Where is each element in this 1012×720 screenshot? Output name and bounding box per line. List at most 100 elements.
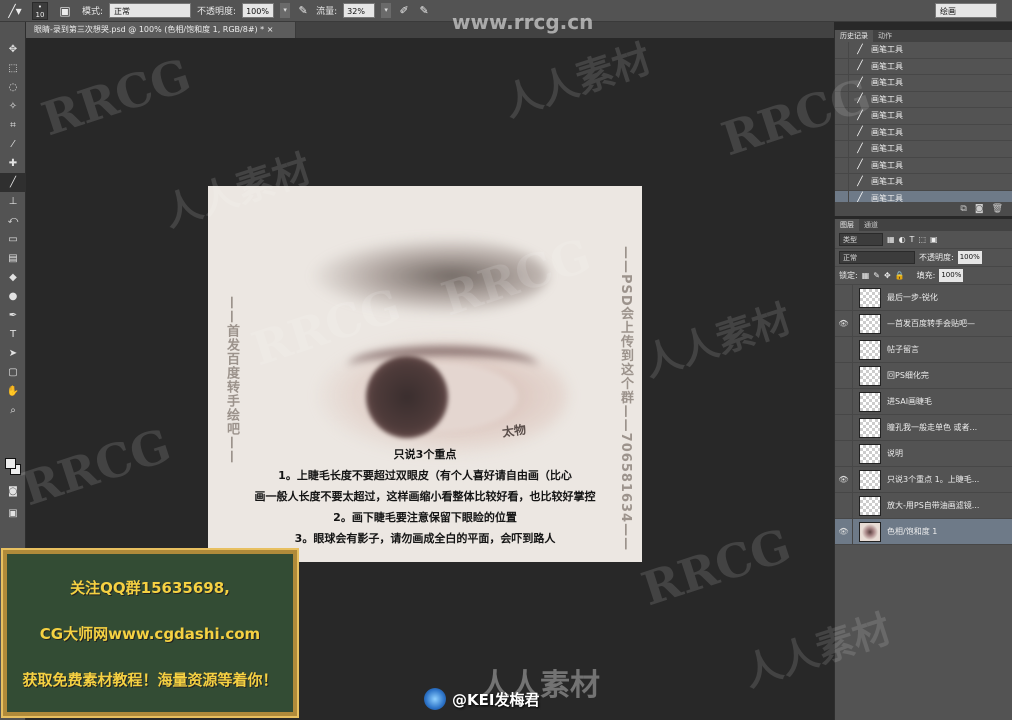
stamp-tool-icon[interactable]: ⊥ <box>0 192 26 211</box>
brush-tool-icon[interactable]: ╱ <box>0 173 26 192</box>
trash-icon[interactable]: 🗑 <box>992 202 1003 216</box>
history-item[interactable]: ╱ 画笔工具 <box>835 107 1012 125</box>
move-tool-icon[interactable]: ✥ <box>0 40 26 59</box>
layer-row[interactable]: 放大-用PS自带油画滤镜... <box>835 493 1012 519</box>
history-item[interactable]: ╱ 画笔工具 <box>835 91 1012 108</box>
flow-dropdown-icon[interactable]: ▾ <box>381 3 392 18</box>
history-brush-icon[interactable]: ⤺ <box>0 211 26 230</box>
path-select-tool-icon[interactable]: ➤ <box>0 344 26 363</box>
layer-list: 最后一步-锐化 👁 —首发百度转手会贴吧— 帖子留言 回PS细化完 进SAI画睫毛 瞳孔我一… <box>835 285 1012 545</box>
flow-input[interactable]: 32% <box>343 3 376 18</box>
layer-visibility-eye-icon[interactable]: 👁 <box>835 311 853 336</box>
crop-tool-icon[interactable]: ⌗ <box>0 116 26 135</box>
tab-channels[interactable]: 通道 <box>859 219 883 231</box>
filter-smart-icon[interactable]: ▣ <box>930 235 938 244</box>
dodge-tool-icon[interactable]: ● <box>0 287 26 306</box>
lock-all-icon[interactable]: 🔒 <box>895 271 905 280</box>
layer-visibility-eye-icon[interactable] <box>835 493 853 518</box>
watermark-brand: RRCG <box>15 417 177 517</box>
layer-row[interactable]: 最后一步-锐化 <box>835 285 1012 311</box>
history-item[interactable]: ╱ 画笔工具 <box>835 58 1012 75</box>
lasso-tool-icon[interactable]: ◌ <box>0 78 26 97</box>
mode-select[interactable]: 正常 <box>109 3 192 18</box>
layer-opacity-input[interactable]: 100% <box>957 251 982 264</box>
layer-visibility-eye-icon[interactable] <box>835 389 853 414</box>
airbrush-icon[interactable]: ✐ <box>397 4 411 18</box>
tab-history[interactable]: 历史记录 <box>835 30 873 42</box>
document-tab[interactable]: 眼睛-录到第三次想哭.psd @ 100% (色相/饱和度 1, RGB/8#)… <box>26 22 296 38</box>
blend-mode-select[interactable]: 正常 <box>839 251 915 264</box>
history-item[interactable]: ╱ 画笔工具 <box>835 173 1012 191</box>
author-name: @KEI发梅君 <box>452 690 540 709</box>
filter-pixel-icon[interactable]: ▦ <box>887 235 895 244</box>
healing-tool-icon[interactable]: ✚ <box>0 154 26 173</box>
layer-row[interactable]: 瞳孔我一般走单色 或者... <box>835 415 1012 441</box>
layer-visibility-eye-icon[interactable] <box>835 441 853 466</box>
history-item-label: 画笔工具 <box>871 78 903 88</box>
layer-row[interactable]: 说明 <box>835 441 1012 467</box>
brush-panel-icon[interactable]: ▣ <box>54 3 76 19</box>
opacity-input[interactable]: 100% <box>242 3 275 18</box>
layer-visibility-eye-icon[interactable] <box>835 285 853 310</box>
shape-tool-icon[interactable]: ▢ <box>0 363 26 382</box>
filter-type-icon[interactable]: T <box>910 235 915 244</box>
new-document-from-state-icon[interactable]: ⧉ <box>960 202 966 216</box>
layer-row[interactable]: 👁 只说3个重点 1。上睫毛... <box>835 467 1012 493</box>
history-item-label: 画笔工具 <box>871 160 903 170</box>
layer-filter-select[interactable]: 类型 <box>839 233 883 246</box>
history-item[interactable]: ╱ 画笔工具 <box>835 41 1012 59</box>
workspace-select[interactable]: 绘画 <box>935 3 997 18</box>
opacity-dropdown-icon[interactable]: ▾ <box>280 3 291 18</box>
layer-row[interactable]: 回PS细化完 <box>835 363 1012 389</box>
filter-shape-icon[interactable]: ⬚ <box>918 235 926 244</box>
marquee-tool-icon[interactable]: ⬚ <box>0 59 26 78</box>
screen-mode-icon[interactable]: ▣ <box>0 504 26 523</box>
document-canvas[interactable]: ——首发百度转手绘吧—— ——PSD会上传到这个群——706581634—— 太… <box>208 186 642 562</box>
lock-paint-icon[interactable]: ✎ <box>873 271 880 280</box>
promo-line: 获取免费素材教程！海量资源等着你！ <box>22 670 278 689</box>
gradient-tool-icon[interactable]: ▤ <box>0 249 26 268</box>
eraser-tool-icon[interactable]: ▭ <box>0 230 26 249</box>
history-item[interactable]: ╱ 画笔工具 <box>835 74 1012 92</box>
layer-row[interactable]: 👁 —首发百度转手会贴吧— <box>835 311 1012 337</box>
watermark-url: www.rrcg.cn <box>452 10 594 34</box>
layer-visibility-eye-icon[interactable] <box>835 415 853 440</box>
quick-mask-icon[interactable]: ◙ <box>0 482 26 501</box>
pressure-size-icon[interactable]: ✎ <box>417 4 431 18</box>
layer-row[interactable]: 👁 色相/饱和度 1 <box>835 519 1012 545</box>
brush-size-picker[interactable]: • 10 <box>32 1 48 20</box>
layer-visibility-eye-icon[interactable] <box>835 363 853 388</box>
history-panel: 历史记录 动作 ╱ 画笔工具 ╱ 画笔工具 ╱ 画笔工具 ╱ 画笔工具 ╱ 画笔工具 ╱ 画… <box>834 30 1012 216</box>
layer-row[interactable]: 进SAI画睫毛 <box>835 389 1012 415</box>
brush-icon: ╱ <box>857 94 863 105</box>
foreground-color-swatch[interactable] <box>5 458 16 469</box>
history-item-label: 画笔工具 <box>871 177 903 187</box>
layer-row[interactable]: 帖子留言 <box>835 337 1012 363</box>
tab-layers[interactable]: 图层 <box>835 219 859 231</box>
author-credit: @KEI发梅君 <box>424 686 594 712</box>
eyedropper-tool-icon[interactable]: ⁄ <box>0 135 26 154</box>
blur-tool-icon[interactable]: ◆ <box>0 268 26 287</box>
hand-tool-icon[interactable]: ✋ <box>0 382 26 401</box>
layer-visibility-eye-icon[interactable]: 👁 <box>835 467 853 492</box>
history-item[interactable]: ╱ 画笔工具 <box>835 124 1012 141</box>
left-vertical-caption: ——首发百度转手绘吧—— <box>224 296 239 464</box>
history-item[interactable]: ╱ 画笔工具 <box>835 157 1012 174</box>
type-tool-icon[interactable]: T <box>0 325 26 344</box>
filter-adjust-icon[interactable]: ◐ <box>899 235 906 244</box>
notes-line: 画一般人长度不要太超过，这样画缩小看整体比较好看，也比较好掌控 <box>254 490 596 503</box>
lock-move-icon[interactable]: ✥ <box>884 271 891 280</box>
layer-visibility-eye-icon[interactable] <box>835 337 853 362</box>
layer-visibility-eye-icon[interactable]: 👁 <box>835 519 853 544</box>
zoom-tool-icon[interactable]: ⌕ <box>0 401 26 420</box>
fill-input[interactable]: 100% <box>939 269 964 282</box>
history-item[interactable]: ╱ 画笔工具 <box>835 140 1012 158</box>
pen-tool-icon[interactable]: ✒ <box>0 306 26 325</box>
pressure-opacity-icon[interactable]: ✎ <box>296 4 310 18</box>
snapshot-icon[interactable]: ◙ <box>975 202 984 216</box>
brush-tool-icon[interactable]: ╱▾ <box>4 3 26 19</box>
lock-pixels-icon[interactable]: ▦ <box>862 271 870 280</box>
tab-actions[interactable]: 动作 <box>873 30 897 42</box>
quick-select-tool-icon[interactable]: ✧ <box>0 97 26 116</box>
close-tab-icon[interactable]: × <box>267 25 274 34</box>
